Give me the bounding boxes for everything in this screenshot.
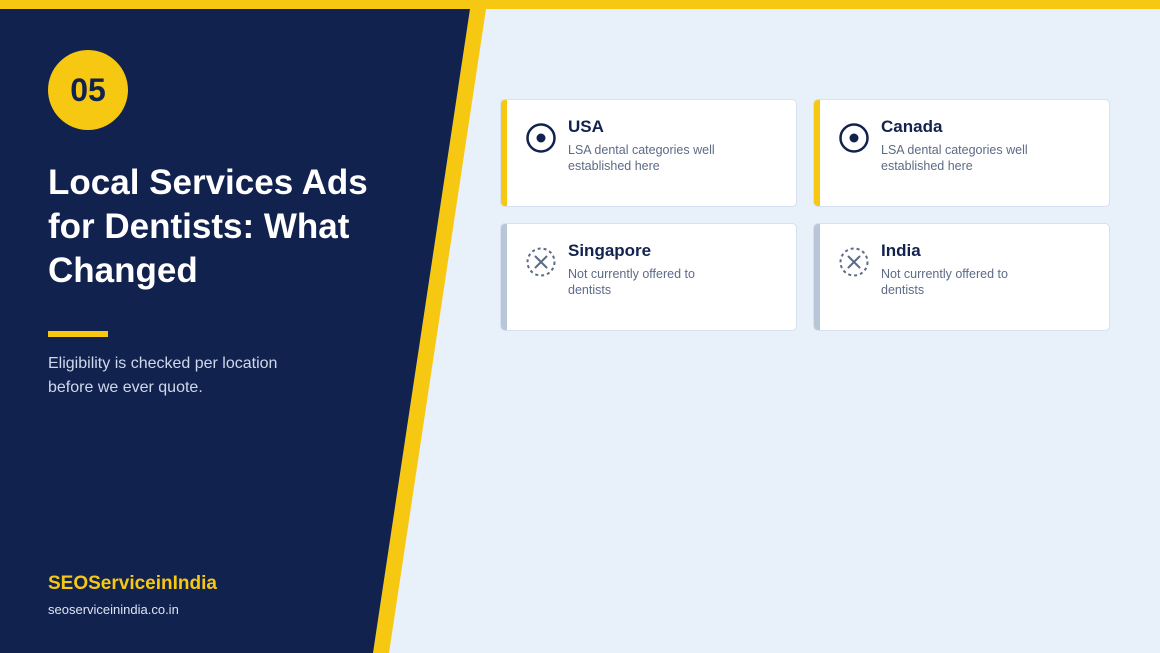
target-dot-icon bbox=[839, 123, 869, 153]
card-accent-bar bbox=[814, 224, 820, 330]
location-status: LSA dental categories well established h… bbox=[881, 143, 1028, 173]
section-number-badge: 05 bbox=[48, 50, 128, 130]
location-status: Not currently offered to dentists bbox=[881, 267, 1008, 297]
location-name: Canada bbox=[881, 117, 943, 136]
location-card-singapore: Singapore Not currently offered to denti… bbox=[500, 223, 797, 331]
location-name: USA bbox=[568, 117, 604, 136]
brand-name: SEOServiceinIndia bbox=[48, 573, 217, 594]
page-subtitle: Eligibility is checked per location befo… bbox=[48, 355, 278, 396]
page-title: Local Services Ads for Dentists: What Ch… bbox=[48, 163, 368, 290]
location-name: India bbox=[881, 241, 921, 260]
card-accent-bar bbox=[501, 224, 507, 330]
dashed-x-circle-icon bbox=[839, 247, 869, 277]
target-dot-icon bbox=[526, 123, 556, 153]
slide: 05 Local Services Ads for Dentists: What… bbox=[0, 0, 1160, 653]
location-card-canada: Canada LSA dental categories well establ… bbox=[813, 99, 1110, 207]
card-accent-bar bbox=[501, 100, 507, 206]
title-underline bbox=[48, 331, 108, 337]
card-accent-bar bbox=[814, 100, 820, 206]
location-card-usa: USA LSA dental categories well establish… bbox=[500, 99, 797, 207]
location-status: LSA dental categories well established h… bbox=[568, 143, 715, 173]
dashed-x-circle-icon bbox=[526, 247, 556, 277]
brand-url: seoserviceinindia.co.in bbox=[48, 602, 179, 617]
location-name: Singapore bbox=[568, 241, 652, 260]
location-cards: USA LSA dental categories well establish… bbox=[500, 99, 1110, 331]
location-card-india: India Not currently offered to dentists bbox=[813, 223, 1110, 331]
location-status: Not currently offered to dentists bbox=[568, 267, 695, 297]
